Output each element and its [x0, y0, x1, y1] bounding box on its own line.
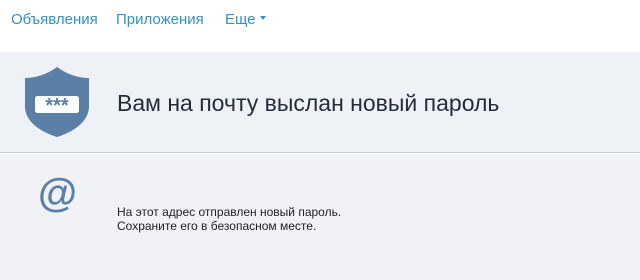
nav-item-apps[interactable]: Приложения [116, 11, 204, 28]
nav-item-more-label: Еще [225, 11, 256, 28]
nav-item-ads[interactable]: Объявления [11, 11, 98, 28]
at-icon: @ [38, 171, 78, 215]
page-title: Вам на почту выслан новый пароль [117, 90, 500, 116]
top-navigation: Объявления Приложения Еще [0, 0, 640, 52]
notification-banner: *** Вам на почту выслан новый пароль [0, 52, 640, 153]
password-mask: *** [45, 95, 69, 117]
message-line-2: Сохраните его в безопасном месте. [117, 219, 317, 233]
nav-item-more[interactable]: Еще [225, 11, 266, 28]
message-line-1: На этот адрес отправлен новый пароль. [117, 205, 342, 219]
shield-password-icon: *** [25, 67, 89, 137]
message-panel: @ На этот адрес отправлен новый пароль. … [0, 154, 640, 280]
chevron-down-icon [259, 16, 266, 21]
